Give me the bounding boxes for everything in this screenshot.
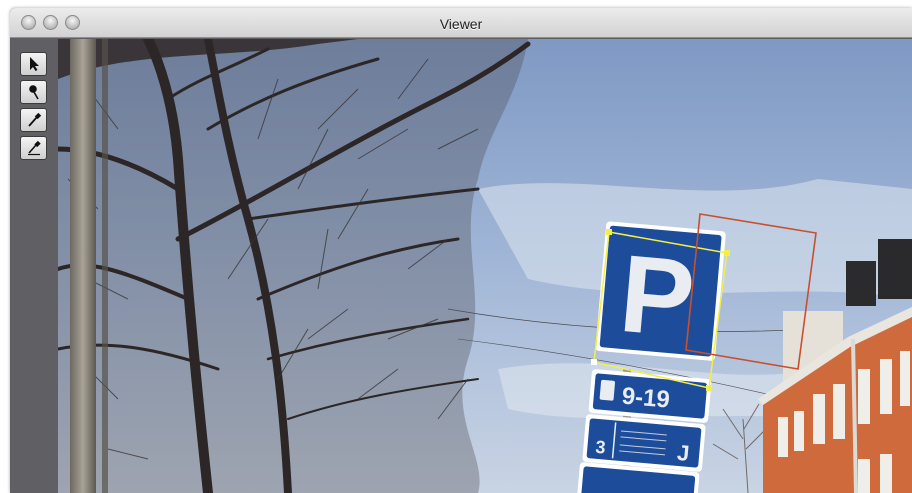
eyedropper-tool-button[interactable] — [20, 108, 47, 132]
zone-number: 3 — [595, 437, 607, 458]
eyedropper-icon — [27, 112, 41, 127]
viewer-window: Viewer P 9-19 3 J — [10, 8, 912, 493]
select-tool-button[interactable] — [20, 52, 47, 76]
eyedropper-plus-icon — [27, 140, 41, 156]
title-bar[interactable]: Viewer — [10, 8, 912, 38]
measure-tool-button[interactable] — [20, 136, 47, 160]
zone-letter: J — [676, 440, 690, 466]
tool-sidebar — [10, 39, 58, 493]
pin-tool-button[interactable] — [20, 80, 47, 104]
lamp-pole — [70, 39, 96, 493]
parking-sign: P — [595, 221, 726, 361]
corner-handle[interactable] — [606, 229, 612, 235]
corner-handle[interactable] — [706, 385, 712, 391]
time-range: 9-19 — [621, 383, 671, 414]
arrow-pointer-icon — [29, 57, 39, 71]
window-title: Viewer — [439, 16, 483, 32]
pin-icon — [28, 85, 39, 100]
bare-tree — [58, 39, 531, 493]
corner-handle[interactable] — [724, 250, 730, 256]
image-canvas[interactable]: P 9-19 3 J — [58, 39, 912, 493]
corner-handle[interactable] — [591, 359, 597, 365]
street-photo: P 9-19 3 J — [58, 39, 912, 493]
